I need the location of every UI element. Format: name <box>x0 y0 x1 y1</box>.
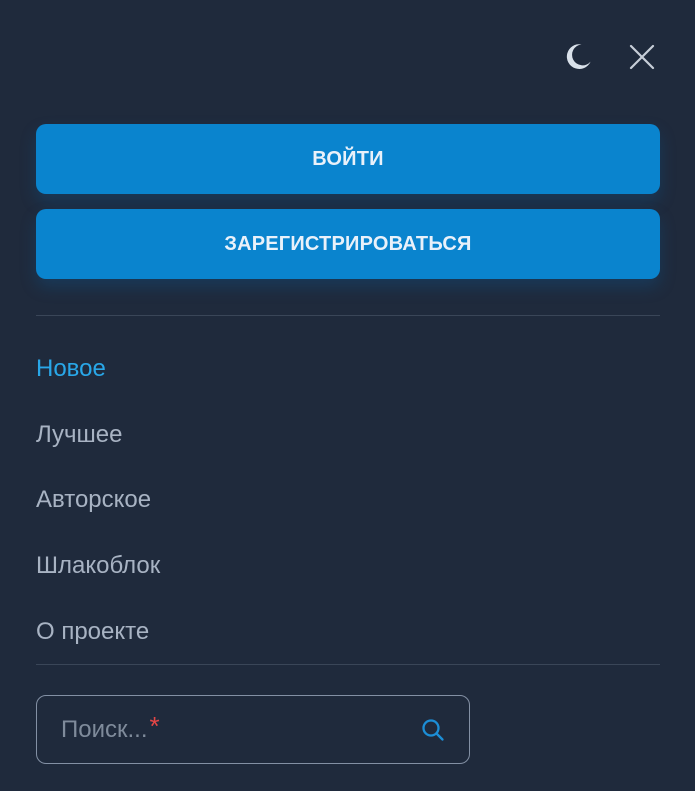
search-button[interactable] <box>419 716 447 744</box>
register-button-label: ЗАРЕГИСТРИРОВАТЬСЯ <box>224 232 472 255</box>
register-button[interactable]: ЗАРЕГИСТРИРОВАТЬСЯ <box>36 209 660 279</box>
divider-bottom <box>36 664 660 665</box>
required-mark: * <box>149 710 160 741</box>
nav-item-best[interactable]: Лучшее <box>36 421 122 449</box>
search-icon <box>422 718 444 741</box>
nav-item-authors[interactable]: Авторское <box>36 486 151 514</box>
theme-toggle-button[interactable] <box>561 40 595 74</box>
nav-item-new[interactable]: Новое <box>36 355 106 383</box>
search-input[interactable]: Поиск... * <box>36 695 470 764</box>
mobile-menu-panel: ВОЙТИ ЗАРЕГИСТРИРОВАТЬСЯ Новое Лучшее Ав… <box>0 0 695 791</box>
close-icon <box>629 44 655 70</box>
divider-top <box>36 315 660 316</box>
login-button-label: ВОЙТИ <box>312 147 384 170</box>
close-button[interactable] <box>625 40 659 74</box>
top-icons <box>561 40 659 74</box>
nav-item-shlakoblok[interactable]: Шлакоблок <box>36 552 160 580</box>
nav-item-about[interactable]: О проекте <box>36 618 149 646</box>
moon-icon <box>566 44 591 69</box>
search-placeholder: Поиск... <box>61 715 148 743</box>
login-button[interactable]: ВОЙТИ <box>36 124 660 194</box>
